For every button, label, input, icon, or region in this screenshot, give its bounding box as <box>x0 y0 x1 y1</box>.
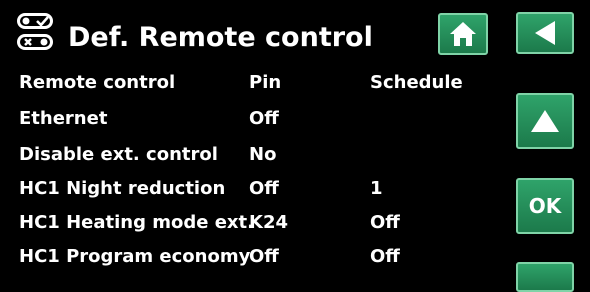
setting-name: HC1 Heating mode ext. <box>19 212 254 233</box>
home-icon <box>450 22 476 46</box>
table-row[interactable]: Disable ext. control No <box>19 144 489 168</box>
setting-value: Pin <box>249 72 282 93</box>
setting-value: Off <box>249 108 279 129</box>
setting-name: Ethernet <box>19 108 108 129</box>
table-row[interactable]: HC1 Program economy Off Off <box>19 246 489 270</box>
table-row[interactable]: HC1 Heating mode ext. K24 Off <box>19 212 489 236</box>
back-arrow-icon <box>535 21 555 45</box>
scroll-down-button[interactable] <box>516 262 574 292</box>
setting-value: Off <box>249 246 279 267</box>
setting-extra: Off <box>370 212 400 233</box>
setting-value: K24 <box>249 212 288 233</box>
table-row[interactable]: Ethernet Off <box>19 108 489 132</box>
remote-toggle-icon <box>14 8 60 54</box>
home-button[interactable] <box>438 13 488 55</box>
back-button[interactable] <box>516 12 574 54</box>
up-arrow-icon <box>531 110 559 132</box>
setting-name: HC1 Program economy <box>19 246 251 267</box>
setting-value: No <box>249 144 277 165</box>
page-title: Def. Remote control <box>68 22 373 53</box>
setting-extra: Schedule <box>370 72 463 93</box>
setting-name: Remote control <box>19 72 176 93</box>
scroll-up-button[interactable] <box>516 93 574 149</box>
table-row[interactable]: HC1 Night reduction Off 1 <box>19 178 489 202</box>
setting-name: HC1 Night reduction <box>19 178 226 199</box>
setting-extra: Off <box>370 246 400 267</box>
table-row[interactable]: Remote control Pin Schedule <box>19 72 489 96</box>
setting-value: Off <box>249 178 279 199</box>
ok-button[interactable]: OK <box>516 178 574 234</box>
ok-button-label: OK <box>528 194 562 218</box>
setting-name: Disable ext. control <box>19 144 218 165</box>
setting-extra: 1 <box>370 178 383 199</box>
